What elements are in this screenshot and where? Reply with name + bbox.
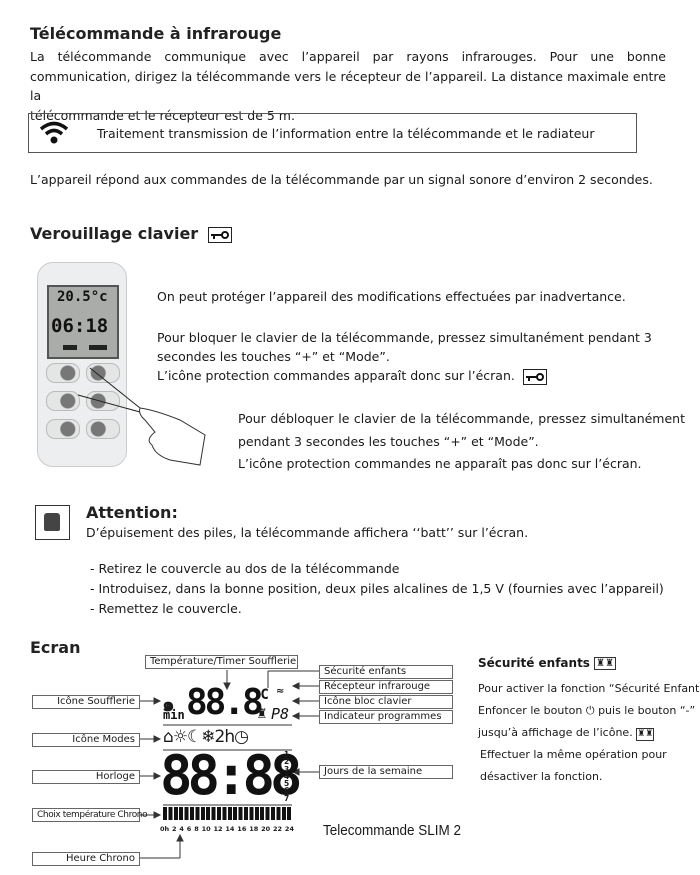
lcd-clock: 88:88 [160,744,303,807]
label-jours: Jours de la semaine [319,765,453,779]
child-lock-icon: ♜♜ [594,657,617,670]
lcd-prog: P8 [271,705,290,723]
text-span: jusqu’à affichage de l’icône. [478,726,633,739]
label-choix: Choix température Chrono [32,808,148,822]
lcd-temp: 88.8 [186,682,264,723]
text-span: Enfoncer le bouton [478,704,583,717]
hour: 12 [213,825,223,833]
lcd-ir-key-icon: ≈ [276,686,285,697]
text-line: Enfoncer le bouton ⏻ puis le bouton “-” [478,700,700,722]
securite-text: Pour activer la fonction “Sécurité Enfan… [478,678,700,788]
label-modes: Icône Modes [32,733,140,747]
lcd-min: min [163,708,185,722]
child-lock-icon: ♜♜ [636,728,655,741]
hour: 16 [237,825,247,833]
lcd-hours: 0h 2 4 6 8 10 12 14 16 18 20 22 24 [160,825,294,833]
hour: 4 [179,825,184,833]
model-name: Telecommande SLIM 2 [323,822,462,839]
hour: 18 [249,825,259,833]
lcd-days: 1234567 [284,751,290,803]
label-soufflerie: Icône Soufflerie [32,695,140,709]
hour: 10 [201,825,211,833]
hour: 8 [194,825,199,833]
label-horloge: Horloge [32,770,140,784]
hour: 0h [160,825,170,833]
day: 7 [284,793,290,803]
text-line: Pour activer la fonction “Sécurité Enfan… [478,682,700,695]
text-span: puis le bouton “-” [598,704,696,717]
label-securite: Sécurité enfants [319,665,453,679]
hour: 22 [273,825,283,833]
label-recepteur: Récepteur infrarouge [319,680,453,694]
hour: 24 [284,825,294,833]
page: Télécommande à infrarouge La télécommand… [0,0,700,875]
label-temp-timer: Température/Timer Soufflerie [145,655,298,669]
child-lock-icon: ♜ [256,707,268,722]
hour: 14 [225,825,235,833]
text-line: désactiver la fonction. [480,770,603,783]
power-icon: ⏻ [585,704,595,717]
hour: 2 [172,825,177,833]
securite-title: Sécurité enfants ♜♜ [478,656,617,670]
label-bloc: Icône bloc clavier [319,695,453,709]
label-heure: Heure Chrono [32,852,140,866]
text-line: Effectuer la même opération pour [480,748,667,761]
lcd-unit: °C [252,687,269,703]
hour: 6 [186,825,192,833]
heading-text: Sécurité enfants [478,656,590,670]
hour: 20 [261,825,271,833]
lcd-chrono-bar [163,807,292,820]
label-programmes: Indicateur programmes [319,710,453,724]
text-line: jusqu’à affichage de l’icône. ♜♜ [478,722,700,744]
